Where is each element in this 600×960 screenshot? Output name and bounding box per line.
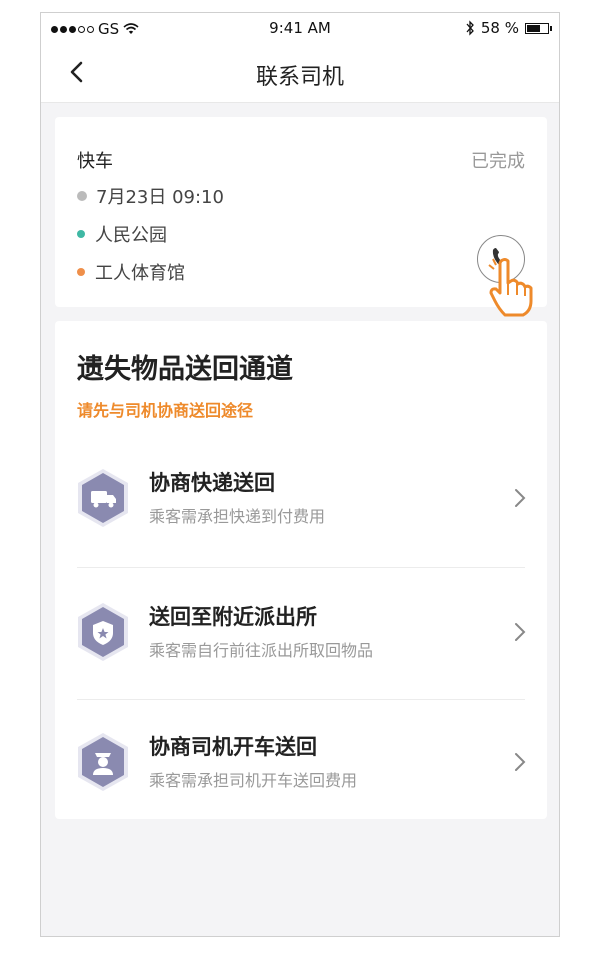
option-driver-return[interactable]: 协商司机开车送回 乘客需承担司机开车送回费用 <box>55 731 547 862</box>
option-desc: 乘客需承担快递到付费用 <box>149 507 326 526</box>
bluetooth-icon <box>466 20 474 36</box>
trip-time: 7月23日 09:10 <box>96 187 224 208</box>
trip-time-row: 7月23日 09:10 <box>77 183 224 209</box>
divider <box>77 699 525 700</box>
battery-icon <box>525 22 552 34</box>
trip-card: 快车 已完成 7月23日 09:10 人民公园 工人体育馆 <box>55 117 547 317</box>
trip-end-row: 工人体育馆 <box>77 259 185 285</box>
police-badge-icon <box>78 603 128 661</box>
clock-icon <box>77 191 87 201</box>
option-desc: 乘客需承担司机开车送回费用 <box>149 771 358 790</box>
driver-icon <box>78 733 128 791</box>
lost-title: 遗失物品送回通道 <box>77 354 293 385</box>
trip-end: 工人体育馆 <box>95 263 185 284</box>
battery-percent: 58 % <box>480 19 519 37</box>
page-title: 联系司机 <box>255 65 344 90</box>
chevron-right-icon <box>515 623 526 641</box>
option-express-return[interactable]: 协商快递送回 乘客需承担快递到付费用 <box>55 467 547 598</box>
end-point-icon <box>77 268 85 276</box>
option-title: 协商司机开车送回 <box>149 735 317 759</box>
status-right: 58 % <box>465 19 552 37</box>
trip-start: 人民公园 <box>95 225 167 246</box>
truck-icon <box>78 469 128 527</box>
status-bar: GS 9:41 AM 58 % <box>41 13 559 45</box>
chevron-right-icon <box>515 753 526 771</box>
lost-subtitle: 请先与司机协商送回途径 <box>77 401 254 420</box>
option-title: 送回至附近派出所 <box>149 605 317 629</box>
trip-start-row: 人民公园 <box>77 221 167 247</box>
option-police-station[interactable]: 送回至附近派出所 乘客需自行前往派出所取回物品 <box>55 601 547 732</box>
hand-pointer-icon <box>488 258 533 317</box>
trip-type: 快车 <box>77 151 113 172</box>
option-title: 协商快递送回 <box>149 471 275 495</box>
divider <box>77 567 525 568</box>
start-point-icon <box>77 230 85 238</box>
trip-status: 已完成 <box>471 151 525 172</box>
option-desc: 乘客需自行前往派出所取回物品 <box>149 641 374 660</box>
phone-screen: GS 9:41 AM 58 % 联系司机 快车 已完成 7月23日 09:10 … <box>40 12 560 937</box>
chevron-right-icon <box>515 489 526 507</box>
nav-bar: 联系司机 <box>41 45 559 103</box>
battery-fill <box>527 24 540 32</box>
lost-item-card: 遗失物品送回通道 请先与司机协商送回途径 协商快递送回 乘客需承担快递到付费用 <box>55 321 547 819</box>
